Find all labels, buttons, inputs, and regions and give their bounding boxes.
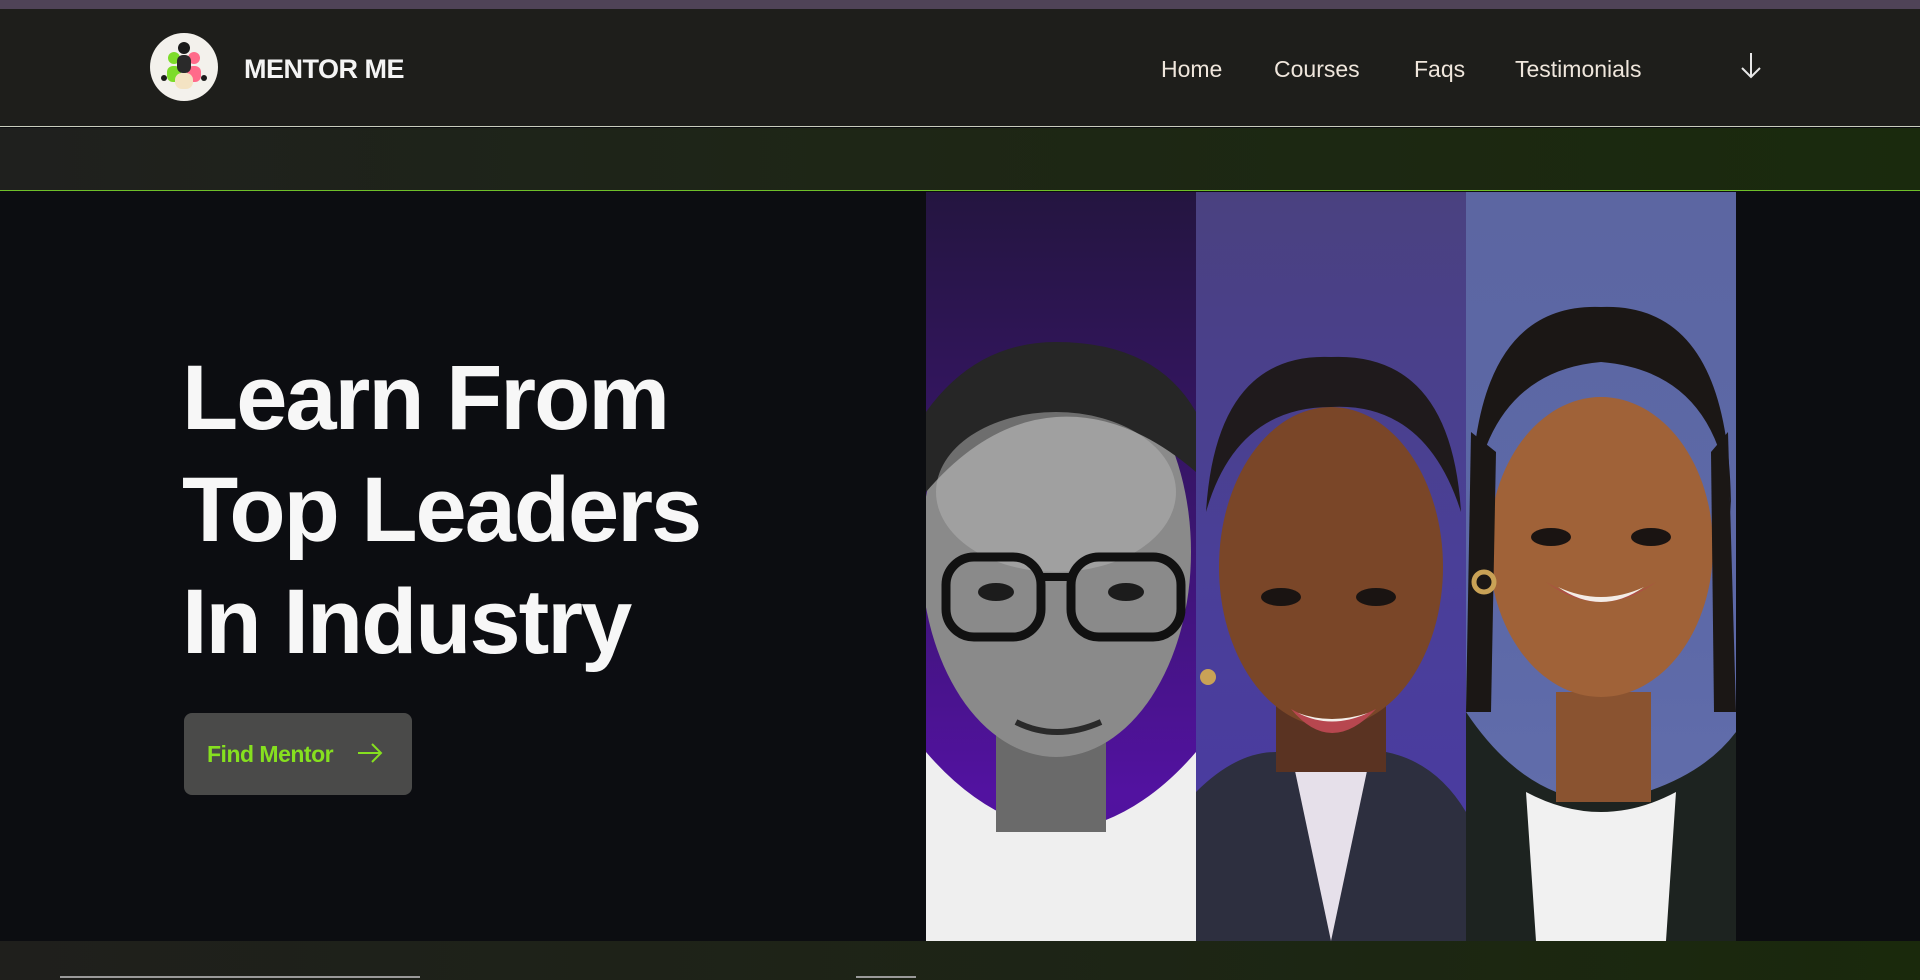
mentor-portrait-1 xyxy=(926,192,1196,941)
arrow-down-icon[interactable] xyxy=(1737,45,1765,85)
hero-headline: Learn From Top Leaders In Industry xyxy=(182,342,702,678)
hero-section: Learn From Top Leaders In Industry Find … xyxy=(0,192,1920,941)
headline-line-2: Top Leaders xyxy=(182,459,702,561)
nav-faqs-link[interactable]: Faqs xyxy=(1414,56,1465,83)
footer-divider-2 xyxy=(856,976,916,978)
arrow-right-icon xyxy=(356,741,384,765)
top-accent-strip xyxy=(0,0,1920,9)
headline-line-3: In Industry xyxy=(182,571,632,673)
find-mentor-label: Find Mentor xyxy=(207,741,334,767)
footer-strip xyxy=(0,941,1920,980)
navbar: MENTOR ME Home Courses Faqs Testimonials xyxy=(0,9,1920,127)
mentor-group-logo-icon[interactable] xyxy=(150,33,218,101)
brand-name[interactable]: MENTOR ME xyxy=(244,54,405,85)
mentor-portrait-3 xyxy=(1466,192,1736,941)
nav-testimonials-link[interactable]: Testimonials xyxy=(1515,56,1642,83)
mentor-portrait-2 xyxy=(1196,192,1466,941)
headline-line-1: Learn From xyxy=(182,347,670,449)
gradient-subbar xyxy=(0,128,1920,191)
nav-home-link[interactable]: Home xyxy=(1161,56,1222,83)
footer-divider-1 xyxy=(60,976,420,978)
find-mentor-button[interactable]: Find Mentor xyxy=(184,713,412,795)
nav-courses-link[interactable]: Courses xyxy=(1274,56,1360,83)
